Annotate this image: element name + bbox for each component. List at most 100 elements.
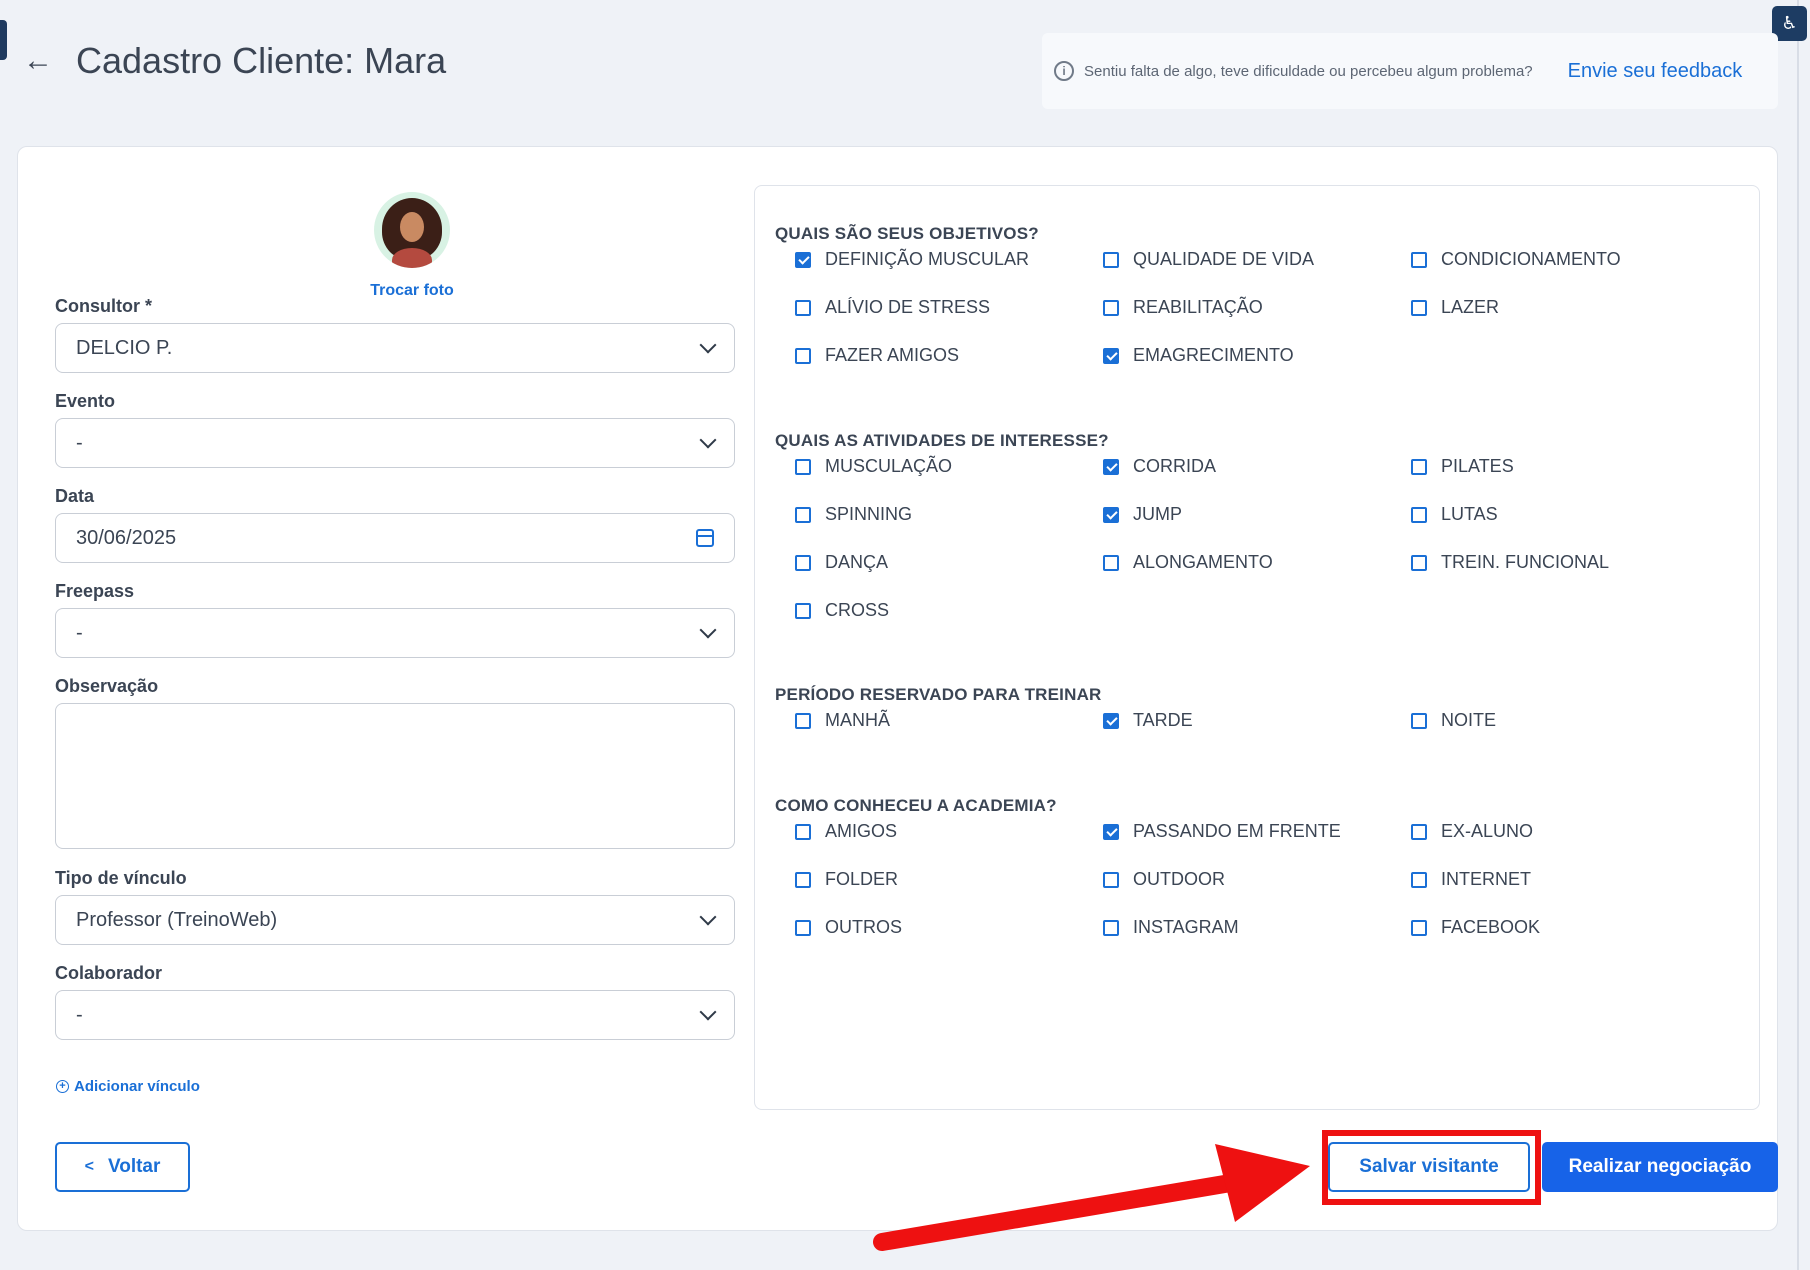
checkbox-option[interactable]: CONDICIONAMENTO	[1411, 249, 1621, 270]
checkbox-option[interactable]: REABILITAÇÃO	[1103, 297, 1263, 318]
checkbox-unchecked-icon[interactable]	[795, 458, 811, 475]
chevron-left-icon: <	[84, 1158, 94, 1175]
checkbox-unchecked-icon[interactable]	[1411, 823, 1427, 840]
checkbox-unchecked-icon[interactable]	[1103, 919, 1119, 936]
checkbox-option[interactable]: NOITE	[1411, 710, 1496, 731]
checkbox-unchecked-icon[interactable]	[1411, 712, 1427, 729]
checkbox-label: AMIGOS	[825, 821, 898, 841]
chevron-down-icon	[699, 621, 717, 639]
checkbox-checked-icon[interactable]	[1103, 712, 1119, 729]
checkbox-option[interactable]: LAZER	[1411, 297, 1499, 318]
checkbox-option[interactable]: PILATES	[1411, 456, 1514, 477]
checkbox-option[interactable]: DANÇA	[795, 552, 888, 573]
checkbox-unchecked-icon[interactable]	[795, 712, 811, 729]
checkbox-checked-icon[interactable]	[1103, 506, 1119, 523]
checkbox-option[interactable]: SPINNING	[795, 504, 912, 525]
checkbox-option[interactable]: JUMP	[1103, 504, 1182, 525]
checkbox-label: LUTAS	[1441, 504, 1498, 524]
checkbox-option[interactable]: FACEBOOK	[1411, 917, 1540, 938]
checkbox-checked-icon[interactable]	[1103, 823, 1119, 840]
change-photo-link[interactable]: Trocar foto	[356, 282, 468, 300]
checkbox-unchecked-icon[interactable]	[795, 347, 811, 364]
add-vinculo-link[interactable]: + Adicionar vínculo	[56, 1078, 200, 1095]
checkbox-unchecked-icon[interactable]	[795, 554, 811, 571]
chevron-down-icon	[699, 431, 717, 449]
checkbox-unchecked-icon[interactable]	[1411, 919, 1427, 936]
checkbox-option[interactable]: OUTDOOR	[1103, 869, 1225, 890]
checkbox-unchecked-icon[interactable]	[1411, 458, 1427, 475]
checkbox-option[interactable]: OUTROS	[795, 917, 902, 938]
checkbox-option[interactable]: CORRIDA	[1103, 456, 1216, 477]
colaborador-select[interactable]: -	[55, 990, 735, 1040]
observacao-textarea[interactable]	[55, 703, 735, 849]
checkbox-label: FAZER AMIGOS	[825, 345, 960, 365]
checkbox-unchecked-icon[interactable]	[1411, 299, 1427, 316]
checkbox-label: DEFINIÇÃO MUSCULAR	[825, 249, 1030, 269]
checkbox-option[interactable]: FOLDER	[795, 869, 898, 890]
checkbox-unchecked-icon[interactable]	[1103, 299, 1119, 316]
checkbox-label: PILATES	[1441, 456, 1514, 476]
back-button[interactable]: < Voltar	[55, 1142, 190, 1192]
evento-label: Evento	[55, 391, 116, 411]
checkbox-option[interactable]: QUALIDADE DE VIDA	[1103, 249, 1314, 270]
checkbox-unchecked-icon[interactable]	[1103, 871, 1119, 888]
tipo-vinculo-select[interactable]: Professor (TreinoWeb)	[55, 895, 735, 945]
section-title: QUAIS SÃO SEUS OBJETIVOS?	[775, 224, 1039, 243]
consultor-value: DELCIO P.	[76, 336, 173, 359]
consultor-select[interactable]: DELCIO P.	[55, 323, 735, 373]
checkbox-option[interactable]: INTERNET	[1411, 869, 1531, 890]
checkbox-unchecked-icon[interactable]	[1103, 554, 1119, 571]
checkbox-unchecked-icon[interactable]	[1411, 554, 1427, 571]
left-edge-tab[interactable]	[0, 20, 7, 60]
colaborador-value: -	[76, 1003, 83, 1026]
date-input[interactable]: 30/06/2025	[55, 513, 735, 563]
checkbox-unchecked-icon[interactable]	[795, 919, 811, 936]
back-button-label: Voltar	[107, 1156, 161, 1177]
checkbox-checked-icon[interactable]	[1103, 347, 1119, 364]
checkbox-option[interactable]: DEFINIÇÃO MUSCULAR	[795, 249, 1029, 270]
back-arrow-icon[interactable]: ←	[18, 41, 58, 81]
evento-select[interactable]: -	[55, 418, 735, 468]
checkbox-unchecked-icon[interactable]	[1411, 871, 1427, 888]
checkbox-option[interactable]: EX-ALUNO	[1411, 821, 1533, 842]
feedback-link[interactable]: Envie seu feedback	[1568, 60, 1743, 83]
checkbox-label: ALONGAMENTO	[1133, 552, 1273, 572]
annotation-highlight-box	[1322, 1130, 1541, 1205]
checkbox-label: CROSS	[825, 600, 890, 620]
checkbox-option[interactable]: MUSCULAÇÃO	[795, 456, 952, 477]
checkbox-option[interactable]: FAZER AMIGOS	[795, 345, 959, 366]
right-scrollbar[interactable]	[1797, 0, 1810, 1270]
chevron-down-icon	[699, 908, 717, 926]
negotiate-button[interactable]: Realizar negociação	[1542, 1142, 1778, 1192]
checkbox-unchecked-icon[interactable]	[795, 602, 811, 619]
checkbox-option[interactable]: ALONGAMENTO	[1103, 552, 1273, 573]
calendar-icon[interactable]	[696, 529, 714, 547]
chevron-down-icon	[699, 336, 717, 354]
colaborador-label: Colaborador	[55, 963, 163, 983]
checkbox-label: DANÇA	[825, 552, 889, 572]
checkbox-unchecked-icon[interactable]	[1103, 251, 1119, 268]
checkbox-option[interactable]: MANHÃ	[795, 710, 890, 731]
checkbox-option[interactable]: CROSS	[795, 600, 889, 621]
checkbox-option[interactable]: EMAGRECIMENTO	[1103, 345, 1294, 366]
checkbox-unchecked-icon[interactable]	[795, 823, 811, 840]
checkbox-option[interactable]: TREIN. FUNCIONAL	[1411, 552, 1609, 573]
checkbox-unchecked-icon[interactable]	[795, 506, 811, 523]
checkbox-checked-icon[interactable]	[1103, 458, 1119, 475]
consultor-label: Consultor *	[55, 296, 152, 316]
checkbox-option[interactable]: ALÍVIO DE STRESS	[795, 297, 990, 318]
checkbox-checked-icon[interactable]	[795, 251, 811, 268]
checkbox-option[interactable]: INSTAGRAM	[1103, 917, 1239, 938]
checkbox-option[interactable]: PASSANDO EM FRENTE	[1103, 821, 1341, 842]
checkbox-option[interactable]: LUTAS	[1411, 504, 1498, 525]
checkbox-label: TARDE	[1133, 710, 1193, 730]
freepass-select[interactable]: -	[55, 608, 735, 658]
checkbox-unchecked-icon[interactable]	[795, 871, 811, 888]
checkbox-unchecked-icon[interactable]	[795, 299, 811, 316]
page-title: Cadastro Cliente: Mara	[76, 40, 447, 81]
checkbox-option[interactable]: AMIGOS	[795, 821, 897, 842]
checkbox-unchecked-icon[interactable]	[1411, 506, 1427, 523]
checkbox-unchecked-icon[interactable]	[1411, 251, 1427, 268]
checkbox-option[interactable]: TARDE	[1103, 710, 1193, 731]
checkbox-label: QUALIDADE DE VIDA	[1133, 249, 1315, 269]
